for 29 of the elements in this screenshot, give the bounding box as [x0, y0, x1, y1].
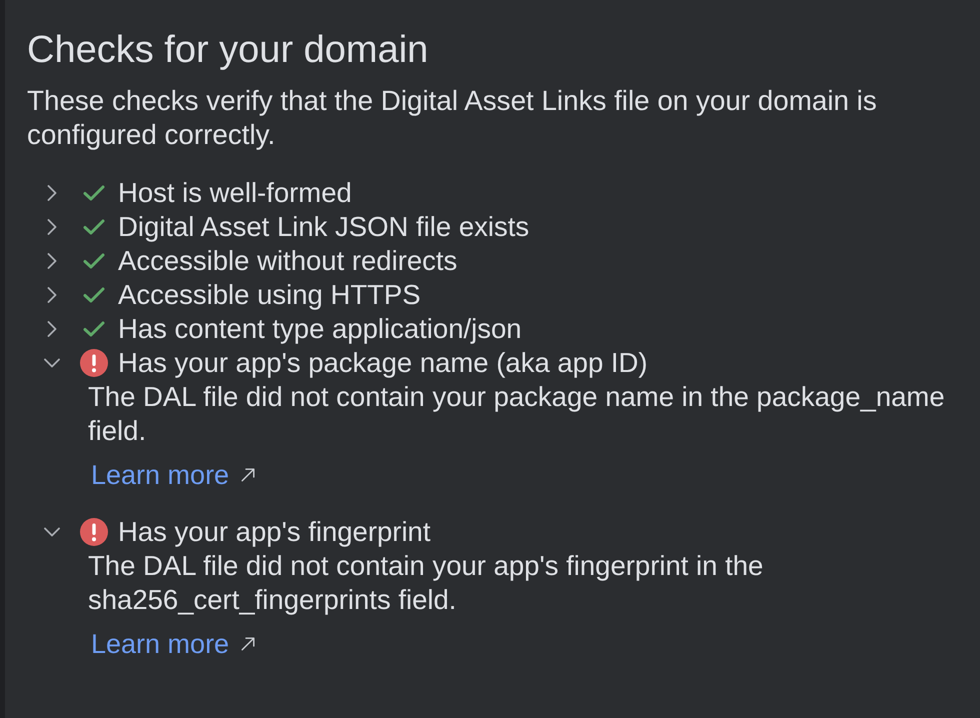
checkmark-icon — [83, 219, 105, 235]
chevron-right-icon[interactable] — [47, 185, 57, 201]
chevron-right-icon[interactable] — [47, 219, 57, 235]
chevron-right-icon[interactable] — [47, 321, 57, 337]
section-title: Checks for your domain — [27, 28, 430, 72]
chevron-down-icon[interactable] — [44, 527, 60, 537]
error-icon — [80, 518, 108, 546]
checkmark-icon — [83, 253, 105, 269]
checkmark-icon — [83, 185, 105, 201]
check-message: The DAL file did not contain your package name in the package_name field. — [88, 380, 946, 448]
check-label: Has your app's fingerprint — [118, 515, 430, 549]
check-label: Accessible without redirects — [118, 244, 458, 278]
chevron-down-icon[interactable] — [44, 358, 60, 368]
external-link-icon[interactable] — [241, 468, 256, 482]
chevron-right-icon[interactable] — [47, 287, 57, 303]
learn-more-link[interactable]: Learn more — [91, 627, 230, 661]
checkmark-icon — [83, 287, 105, 303]
check-message: The DAL file did not contain your app's fingerprint in the sha256_cert_fingerprints field. — [88, 549, 764, 617]
check-label: Accessible using HTTPS — [118, 278, 421, 312]
check-label: Host is well-formed — [118, 176, 352, 210]
check-label: Has content type application/json — [118, 312, 522, 346]
section-description: These checks verify that the Digital Asset Links file on your domain is configured correctly. — [27, 84, 878, 152]
learn-more-link[interactable]: Learn more — [91, 458, 230, 492]
checkmark-icon — [83, 321, 105, 337]
error-icon — [80, 349, 108, 377]
external-link-icon[interactable] — [241, 637, 256, 651]
check-label: Has your app's package name (aka app ID) — [118, 346, 648, 380]
check-label: Digital Asset Link JSON file exists — [118, 210, 530, 244]
chevron-right-icon[interactable] — [47, 253, 57, 269]
